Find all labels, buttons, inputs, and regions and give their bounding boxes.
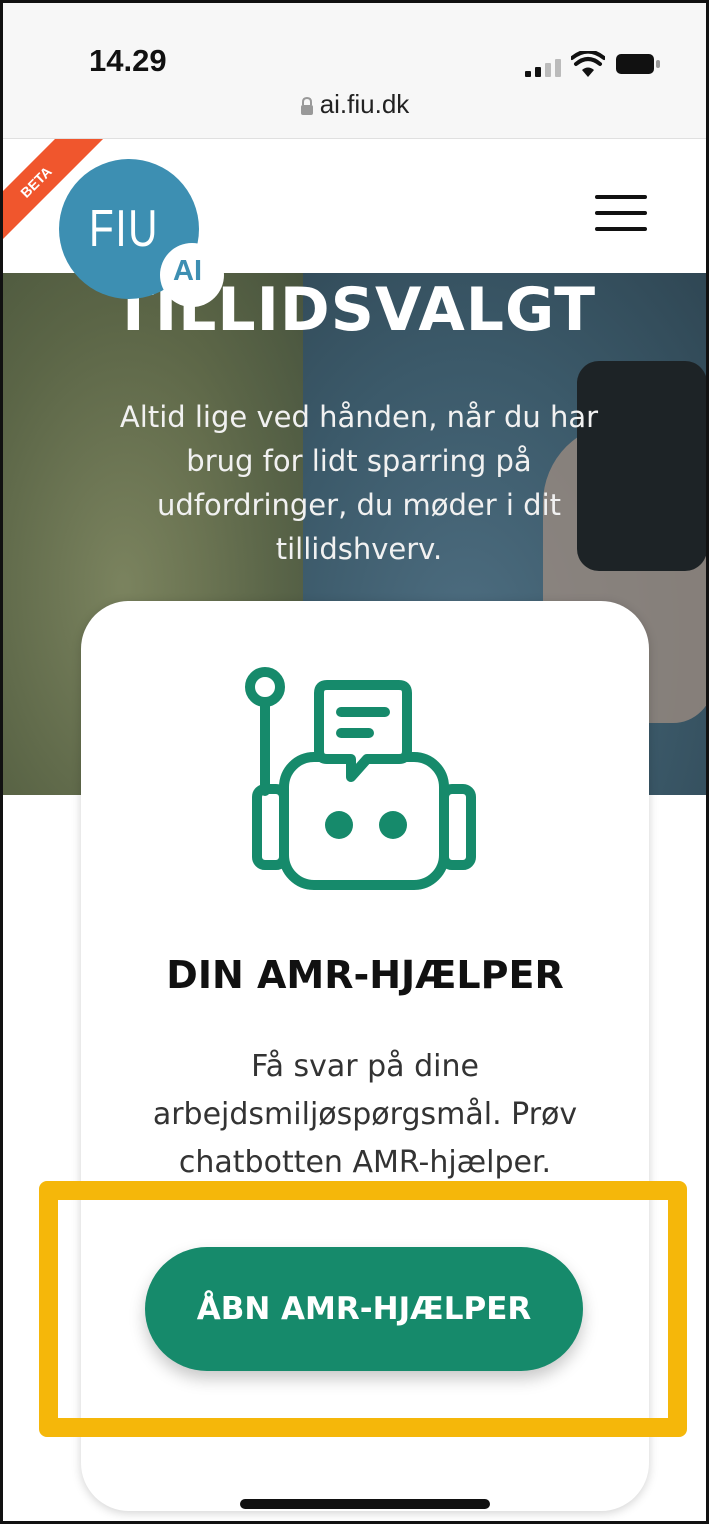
lock-icon bbox=[300, 96, 313, 115]
chatbot-robot-icon bbox=[245, 667, 476, 890]
home-indicator[interactable] bbox=[240, 1499, 490, 1509]
card-description: Få svar på dine arbejdsmiljøspørgsmål. P… bbox=[152, 1049, 578, 1180]
hamburger-menu-icon[interactable] bbox=[595, 195, 647, 235]
cellular-signal-icon bbox=[525, 59, 561, 77]
wifi-icon bbox=[571, 51, 605, 77]
status-time: 14.29 bbox=[89, 43, 167, 78]
phone-screen: 14.29 ai.fiu.dk TILLIDSVALGT Altid lige … bbox=[0, 0, 709, 1524]
address-bar[interactable]: ai.fiu.dk bbox=[3, 89, 706, 120]
battery-icon bbox=[616, 54, 660, 74]
open-amr-helper-button[interactable]: ÅBN AMR-HJÆLPER bbox=[145, 1247, 583, 1371]
url-text: ai.fiu.dk bbox=[319, 89, 410, 119]
hero-text: Altid lige ved hånden, når du har brug f… bbox=[119, 400, 599, 566]
ai-badge-text: AI bbox=[173, 255, 202, 287]
status-bar: 14.29 ai.fiu.dk bbox=[3, 3, 706, 139]
card-title: DIN AMR-HJÆLPER bbox=[166, 953, 564, 997]
logo-text: FIU bbox=[89, 200, 160, 258]
